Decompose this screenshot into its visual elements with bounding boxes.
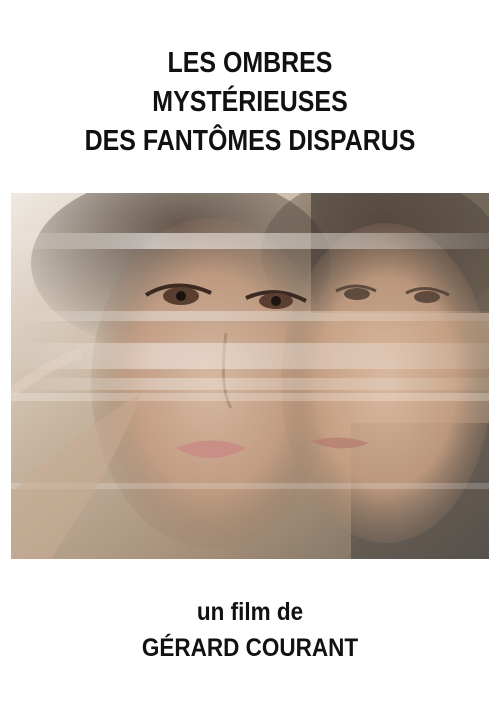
title-line-3: DES FANTÔMES DISPARUS	[84, 125, 416, 157]
poster-title: LES OMBRES MYSTÉRIEUSES DES FANTÔMES DIS…	[35, 44, 465, 161]
film-poster: LES OMBRES MYSTÉRIEUSES DES FANTÔMES DIS…	[0, 0, 500, 708]
superimposed-faces-illustration	[11, 193, 489, 559]
title-line-2: MYSTÉRIEUSES	[152, 86, 348, 118]
poster-credit: un film de GÉRARD COURANT	[25, 594, 475, 666]
director-name: GÉRARD COURANT	[141, 634, 359, 662]
title-line-1: LES OMBRES	[167, 47, 333, 79]
film-still-image	[11, 193, 489, 559]
credit-line-1: un film de	[196, 598, 304, 626]
